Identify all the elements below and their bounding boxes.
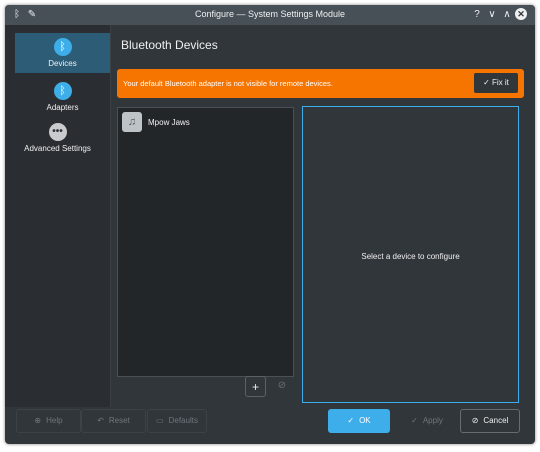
apply-button[interactable]: ✓ Apply bbox=[397, 409, 457, 433]
help-button[interactable]: ⊕ Help bbox=[16, 409, 81, 433]
defaults-label: Defaults bbox=[168, 416, 198, 425]
sidebar-item-advanced-settings[interactable]: ••• Advanced Settings bbox=[5, 118, 110, 158]
fix-it-label: Fix it bbox=[492, 78, 509, 87]
reset-button[interactable]: ↶ Reset bbox=[81, 409, 146, 433]
add-device-button[interactable]: + bbox=[245, 376, 266, 397]
music-device-icon: ♫ bbox=[122, 112, 142, 132]
lifebuoy-icon: ⊕ bbox=[34, 416, 42, 425]
sidebar-item-label: Adapters bbox=[46, 103, 79, 112]
undo-icon: ↶ bbox=[97, 416, 104, 425]
sidebar-item-label: Devices bbox=[48, 59, 77, 68]
cancel-label: Cancel bbox=[483, 416, 509, 425]
reset-label: Reset bbox=[108, 416, 130, 425]
close-icon[interactable]: ✕ bbox=[515, 8, 527, 20]
banner-message: Your default Bluetooth adapter is not vi… bbox=[123, 79, 333, 88]
more-icon: ••• bbox=[48, 123, 67, 141]
list-item[interactable]: ♫ Mpow Jaws bbox=[122, 112, 282, 132]
device-name: Mpow Jaws bbox=[148, 118, 190, 127]
empty-placeholder: Select a device to configure bbox=[361, 252, 460, 261]
minimize-icon[interactable]: ∨ bbox=[485, 8, 499, 22]
maximize-icon[interactable]: ∧ bbox=[500, 8, 514, 22]
plus-icon: + bbox=[251, 380, 259, 394]
window-title: Configure — System Settings Module bbox=[194, 9, 346, 19]
fix-it-button[interactable]: ✓ Fix it bbox=[474, 73, 518, 93]
settings-window: ᛒ ✎ Configure — System Settings Module ?… bbox=[5, 5, 535, 444]
help-label: Help bbox=[46, 416, 63, 425]
device-details-panel: Select a device to configure bbox=[302, 106, 519, 403]
ok-button[interactable]: ✓ OK bbox=[328, 409, 390, 433]
check-icon: ✓ bbox=[347, 416, 355, 425]
forbidden-icon: ⊘ bbox=[277, 380, 287, 391]
sidebar-item-adapters[interactable]: ᛒ Adapters bbox=[15, 77, 110, 117]
check-icon: ✓ bbox=[483, 78, 490, 87]
ok-label: OK bbox=[359, 416, 371, 425]
check-icon: ✓ bbox=[411, 416, 418, 425]
defaults-button[interactable]: ▭ Defaults bbox=[147, 409, 207, 433]
sidebar-item-devices[interactable]: ᛒ Devices bbox=[15, 33, 110, 73]
title-bar[interactable]: ᛒ ✎ Configure — System Settings Module ?… bbox=[5, 5, 535, 25]
device-list[interactable]: ♫ Mpow Jaws bbox=[117, 107, 294, 377]
page-title: Bluetooth Devices bbox=[121, 38, 218, 52]
bluetooth-icon: ᛒ bbox=[53, 38, 72, 56]
warning-banner: Your default Bluetooth adapter is not vi… bbox=[117, 69, 524, 98]
bluetooth-icon: ᛒ bbox=[53, 82, 72, 100]
remove-device-button[interactable]: ⊘ bbox=[272, 376, 292, 396]
help-icon[interactable]: ? bbox=[470, 8, 484, 22]
cancel-icon: ⊘ bbox=[471, 416, 479, 425]
cancel-button[interactable]: ⊘ Cancel bbox=[460, 409, 520, 433]
document-icon: ▭ bbox=[156, 416, 164, 425]
category-sidebar: ᛒ Devices ᛒ Adapters ••• Advanced Settin… bbox=[5, 25, 111, 407]
sidebar-item-label: Advanced Settings bbox=[24, 144, 91, 153]
apply-label: Apply bbox=[422, 416, 443, 425]
